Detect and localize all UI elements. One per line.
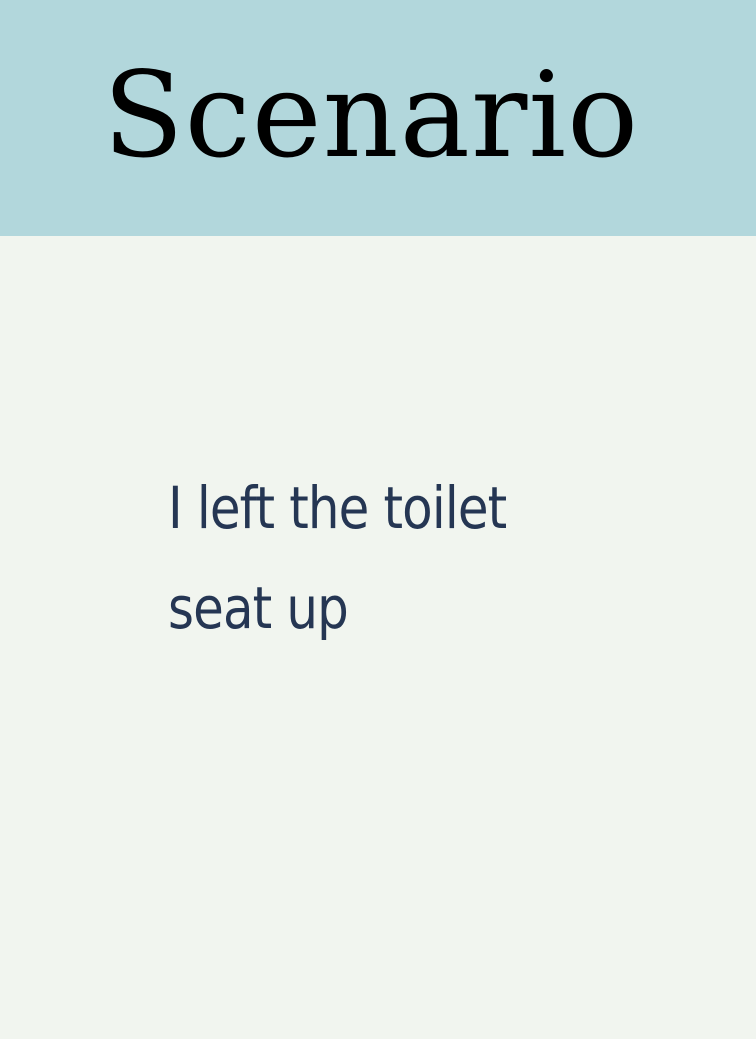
card-title: Scenario xyxy=(102,46,640,184)
scenario-card: Scenario I left the toilet seat up xyxy=(0,0,756,1039)
header-band: Scenario xyxy=(0,0,756,236)
scenario-text: I left the toilet seat up xyxy=(168,474,507,642)
